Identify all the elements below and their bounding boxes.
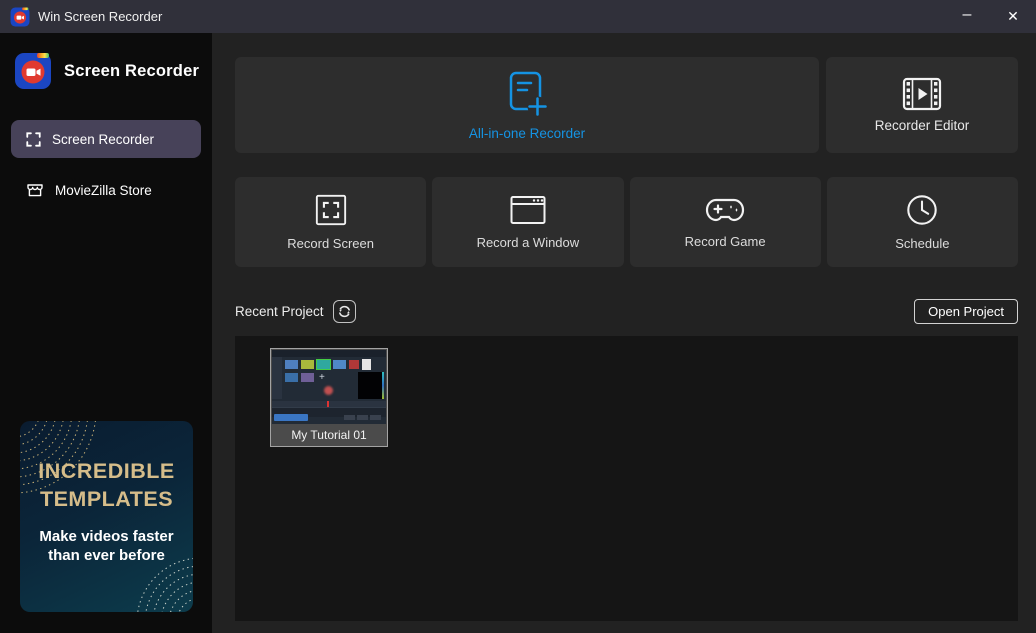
record-modes-row: Record Screen Record a Window [235, 177, 1018, 267]
project-thumbnail: + [272, 350, 386, 424]
brand: Screen Recorder [0, 33, 212, 90]
sidebar-item-screen-recorder[interactable]: Screen Recorder [11, 120, 201, 158]
titlebar: Win Screen Recorder – ✕ [0, 0, 1036, 33]
button-label: Record Screen [287, 236, 374, 251]
all-in-one-recorder-button[interactable]: All-in-one Recorder [235, 57, 819, 153]
recorder-editor-button[interactable]: Recorder Editor [826, 57, 1018, 153]
refresh-button[interactable] [333, 300, 356, 323]
window-title: Win Screen Recorder [38, 9, 162, 24]
document-plus-icon [504, 69, 550, 119]
minimize-button[interactable]: – [944, 0, 990, 33]
close-button[interactable]: ✕ [990, 0, 1036, 33]
primary-actions-row: All-in-one Recorder [235, 57, 1018, 153]
button-label: Schedule [895, 236, 949, 251]
window-controls: – ✕ [944, 0, 1036, 33]
sidebar: Screen Recorder Screen Recorder [0, 33, 212, 633]
button-label: Record a Window [477, 235, 580, 250]
recent-projects-panel: + My Tutorial 01 [235, 336, 1018, 621]
app-name: Screen Recorder [64, 62, 199, 81]
sidebar-item-label: MovieZilla Store [55, 183, 152, 198]
recent-project-heading: Recent Project [235, 304, 324, 319]
record-a-window-button[interactable]: Record a Window [432, 177, 623, 267]
record-game-button[interactable]: Record Game [630, 177, 821, 267]
schedule-button[interactable]: Schedule [827, 177, 1018, 267]
sidebar-item-label: Screen Recorder [52, 132, 154, 147]
film-strip-icon [902, 77, 942, 111]
screen-capture-icon [314, 193, 348, 227]
project-card[interactable]: + My Tutorial 01 [270, 348, 388, 447]
recent-project-header: Recent Project Open Project [235, 299, 1018, 324]
button-label: Record Game [685, 234, 766, 249]
capture-brackets-icon [26, 132, 41, 147]
app-logo-icon [10, 7, 30, 27]
sidebar-nav: Screen Recorder MovieZilla Store [0, 120, 212, 209]
storefront-icon [26, 182, 44, 198]
promo-title: INCREDIBLE TEMPLATES [20, 457, 193, 514]
window-icon [509, 194, 547, 226]
sidebar-item-moviezilla-store[interactable]: MovieZilla Store [11, 171, 201, 209]
window-content: Screen Recorder Screen Recorder [0, 33, 1036, 633]
open-project-button[interactable]: Open Project [914, 299, 1018, 324]
refresh-icon [338, 305, 351, 318]
project-name: My Tutorial 01 [272, 424, 386, 445]
promo-subtitle: Make videos faster than ever before [20, 527, 193, 566]
templates-promo-banner[interactable]: INCREDIBLE TEMPLATES Make videos faster … [20, 421, 193, 612]
main-panel: All-in-one Recorder [212, 33, 1036, 633]
record-screen-button[interactable]: Record Screen [235, 177, 426, 267]
gamepad-icon [705, 195, 745, 225]
button-label: All-in-one Recorder [469, 126, 585, 141]
app-logo-icon [14, 52, 52, 90]
app-window: Win Screen Recorder – ✕ [0, 0, 1036, 633]
button-label: Recorder Editor [875, 118, 970, 133]
clock-icon [905, 193, 939, 227]
